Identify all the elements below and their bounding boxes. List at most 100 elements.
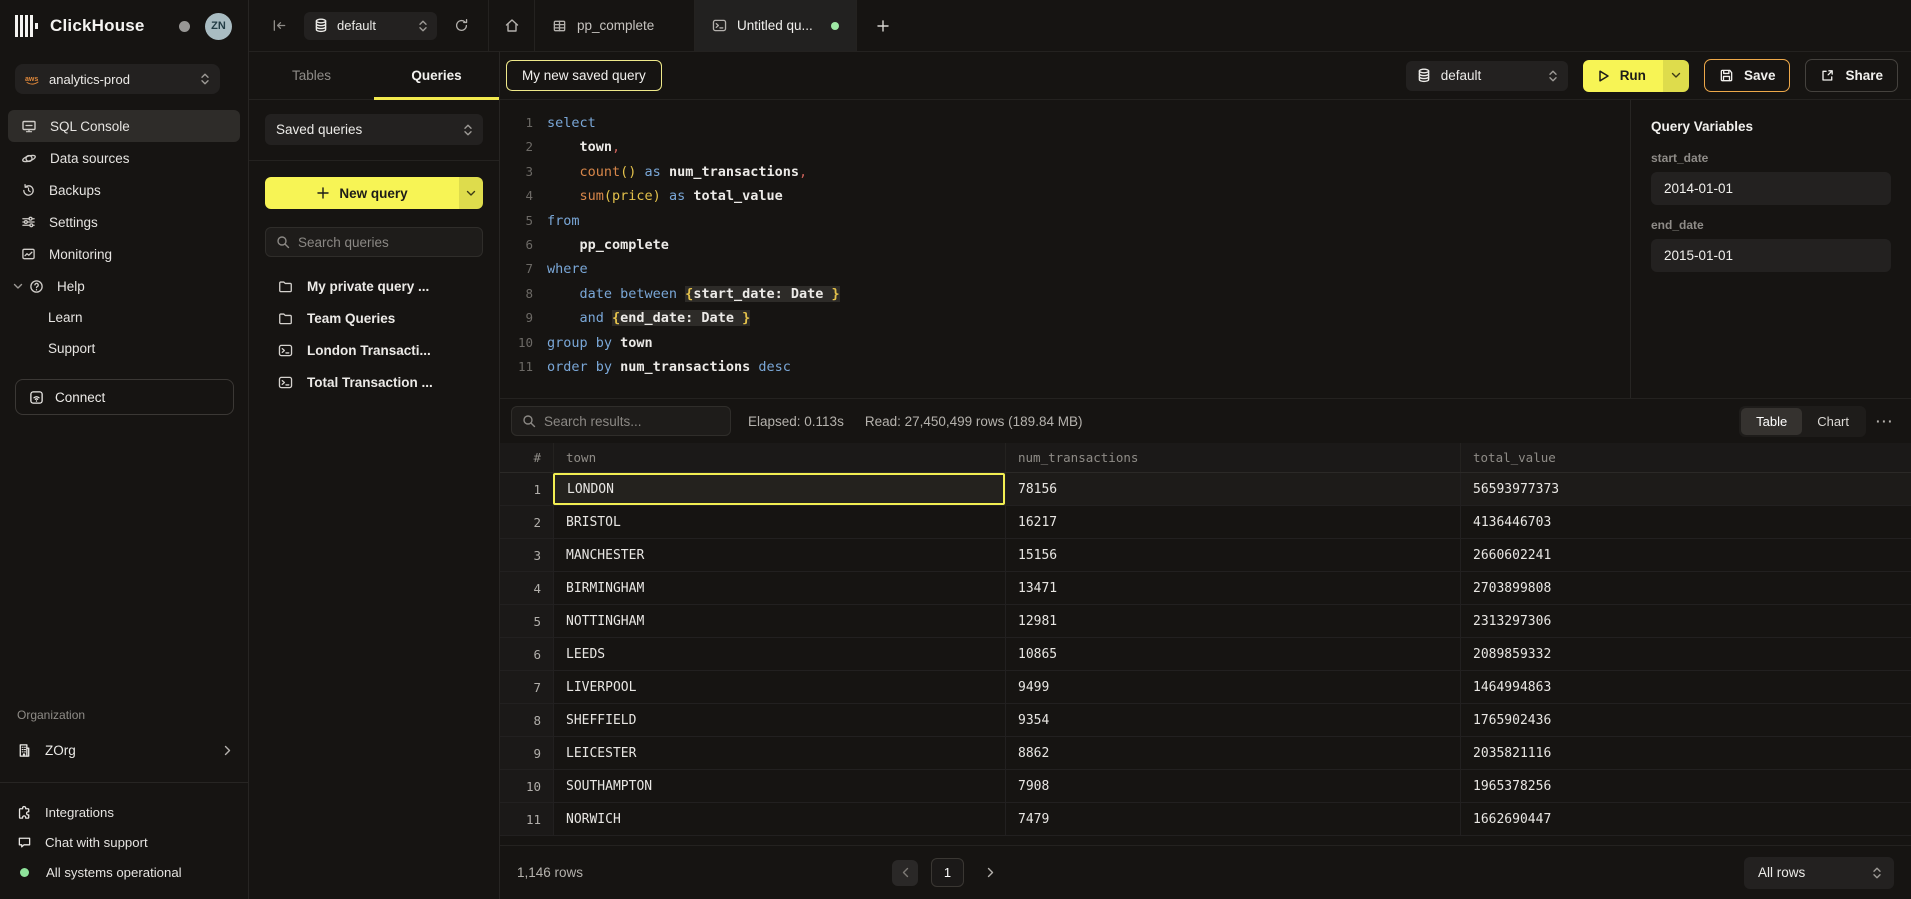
save-label: Save: [1744, 68, 1776, 83]
line-number: 2: [509, 135, 533, 159]
sidebar-item-settings[interactable]: Settings: [8, 206, 240, 238]
connect-button[interactable]: Connect: [15, 379, 234, 415]
table-cell[interactable]: 1464994863: [1460, 671, 1911, 703]
table-cell[interactable]: 2089859332: [1460, 638, 1911, 670]
table-row: 5NOTTINGHAM129812313297306: [500, 605, 1911, 638]
new-tab-button[interactable]: [857, 0, 909, 51]
sidebar-item-monitoring[interactable]: Monitoring: [8, 238, 240, 270]
next-page-button[interactable]: [977, 860, 1003, 886]
topbar-database-select[interactable]: default: [304, 12, 437, 40]
table-cell[interactable]: 10865: [1005, 638, 1460, 670]
code-line: 4sum(price) as total_value: [509, 184, 1630, 208]
new-query-dropdown[interactable]: [459, 177, 483, 209]
row-number: 5: [500, 605, 553, 637]
start-date-input[interactable]: [1651, 172, 1891, 205]
new-query-button[interactable]: New query: [265, 177, 483, 209]
refresh-icon[interactable]: [454, 18, 469, 33]
table-cell[interactable]: 9499: [1005, 671, 1460, 703]
table-cell[interactable]: 13471: [1005, 572, 1460, 604]
table-cell[interactable]: 78156: [1005, 473, 1460, 505]
table-cell[interactable]: 1765902436: [1460, 704, 1911, 736]
sidebar-item-sql-console[interactable]: SQL Console: [8, 110, 240, 142]
editor-toolbar: My new saved query default Run: [500, 52, 1911, 100]
table-cell[interactable]: BIRMINGHAM: [553, 572, 1005, 604]
table-cell[interactable]: LONDON: [553, 473, 1005, 505]
editor-database-select[interactable]: default: [1406, 61, 1568, 91]
table-cell[interactable]: 8862: [1005, 737, 1460, 769]
results-overflow-menu[interactable]: ···: [1876, 414, 1894, 429]
read-stat: Read: 27,450,499 rows (189.84 MB): [865, 414, 1083, 429]
doc-tab-untitled-qu[interactable]: Untitled qu...: [694, 0, 857, 51]
avatar[interactable]: ZN: [205, 13, 232, 40]
line-number: 11: [509, 355, 533, 379]
table-cell[interactable]: 12981: [1005, 605, 1460, 637]
search-queries-input[interactable]: [298, 235, 472, 250]
footer-item-label: All systems operational: [46, 865, 182, 880]
tab-queries[interactable]: Queries: [374, 52, 499, 99]
query-item-label: Total Transaction ...: [307, 375, 433, 390]
sidebar-footer-integrations[interactable]: Integrations: [0, 797, 248, 827]
organization-name: ZOrg: [45, 743, 76, 758]
table-cell[interactable]: 56593977373: [1460, 473, 1911, 505]
aws-icon: aws: [25, 73, 40, 86]
query-list-item[interactable]: Total Transaction ...: [265, 366, 483, 398]
run-button[interactable]: Run: [1583, 60, 1689, 92]
app: ClickHouse ZN aws analytics-prod SQL Con…: [0, 0, 1911, 899]
table-cell[interactable]: 2660602241: [1460, 539, 1911, 571]
table-cell[interactable]: 2313297306: [1460, 605, 1911, 637]
table-cell[interactable]: 9354: [1005, 704, 1460, 736]
end-date-input[interactable]: [1651, 239, 1891, 272]
prev-page-button[interactable]: [892, 860, 918, 886]
table-cell[interactable]: NORWICH: [553, 803, 1005, 835]
table-cell[interactable]: 16217: [1005, 506, 1460, 538]
table-cell[interactable]: 1965378256: [1460, 770, 1911, 802]
tab-tables[interactable]: Tables: [249, 52, 374, 99]
home-button[interactable]: [489, 0, 534, 51]
view-toggle-chart[interactable]: Chart: [1802, 408, 1864, 435]
table-cell[interactable]: 1662690447: [1460, 803, 1911, 835]
sidebar-item-backups[interactable]: Backups: [8, 174, 240, 206]
table-cell[interactable]: SHEFFIELD: [553, 704, 1005, 736]
collapse-sidebar-icon[interactable]: [272, 19, 287, 32]
sidebar-footer-all-systems-operational[interactable]: All systems operational: [0, 857, 248, 887]
table-cell[interactable]: 2703899808: [1460, 572, 1911, 604]
connect-label: Connect: [55, 390, 105, 405]
page-size-select[interactable]: All rows: [1744, 857, 1894, 889]
table-cell[interactable]: 15156: [1005, 539, 1460, 571]
saved-queries-select[interactable]: Saved queries: [265, 114, 483, 145]
query-list-item[interactable]: My private query ...: [265, 270, 483, 302]
sidebar-item-help[interactable]: Help: [8, 270, 240, 302]
doc-tab-pp-complete[interactable]: pp_complete: [534, 0, 694, 51]
sidebar-subitem-learn[interactable]: Learn: [0, 302, 248, 333]
run-dropdown[interactable]: [1663, 60, 1689, 92]
query-list-item[interactable]: Team Queries: [265, 302, 483, 334]
sidebar-subitem-support[interactable]: Support: [0, 333, 248, 364]
sidebar-footer-chat-with-support[interactable]: Chat with support: [0, 827, 248, 857]
query-tab[interactable]: My new saved query: [506, 60, 662, 91]
table-cell[interactable]: 4136446703: [1460, 506, 1911, 538]
view-toggle-table[interactable]: Table: [1741, 408, 1802, 435]
table-cell[interactable]: 7479: [1005, 803, 1460, 835]
table-row: 3MANCHESTER151562660602241: [500, 539, 1911, 572]
table-cell[interactable]: SOUTHAMPTON: [553, 770, 1005, 802]
row-number: 6: [500, 638, 553, 670]
sidebar-nav: SQL ConsoleData sourcesBackupsSettingsMo…: [0, 98, 248, 302]
table-cell[interactable]: 7908: [1005, 770, 1460, 802]
table-cell[interactable]: LEEDS: [553, 638, 1005, 670]
page-number-input[interactable]: [931, 858, 964, 887]
table-cell[interactable]: 2035821116: [1460, 737, 1911, 769]
save-button[interactable]: Save: [1704, 59, 1791, 92]
table-cell[interactable]: LIVERPOOL: [553, 671, 1005, 703]
table-cell[interactable]: MANCHESTER: [553, 539, 1005, 571]
workspace-select[interactable]: aws analytics-prod: [15, 64, 220, 94]
search-queries-box: [265, 227, 483, 257]
sidebar-item-data-sources[interactable]: Data sources: [8, 142, 240, 174]
table-cell[interactable]: BRISTOL: [553, 506, 1005, 538]
query-list-item[interactable]: London Transacti...: [265, 334, 483, 366]
table-cell[interactable]: NOTTINGHAM: [553, 605, 1005, 637]
organization-row[interactable]: ZOrg: [0, 734, 248, 766]
search-results-input[interactable]: [544, 414, 720, 429]
table-cell[interactable]: LEICESTER: [553, 737, 1005, 769]
share-button[interactable]: Share: [1805, 59, 1898, 92]
sql-editor[interactable]: 1select2town,3count() as num_transaction…: [500, 100, 1630, 398]
